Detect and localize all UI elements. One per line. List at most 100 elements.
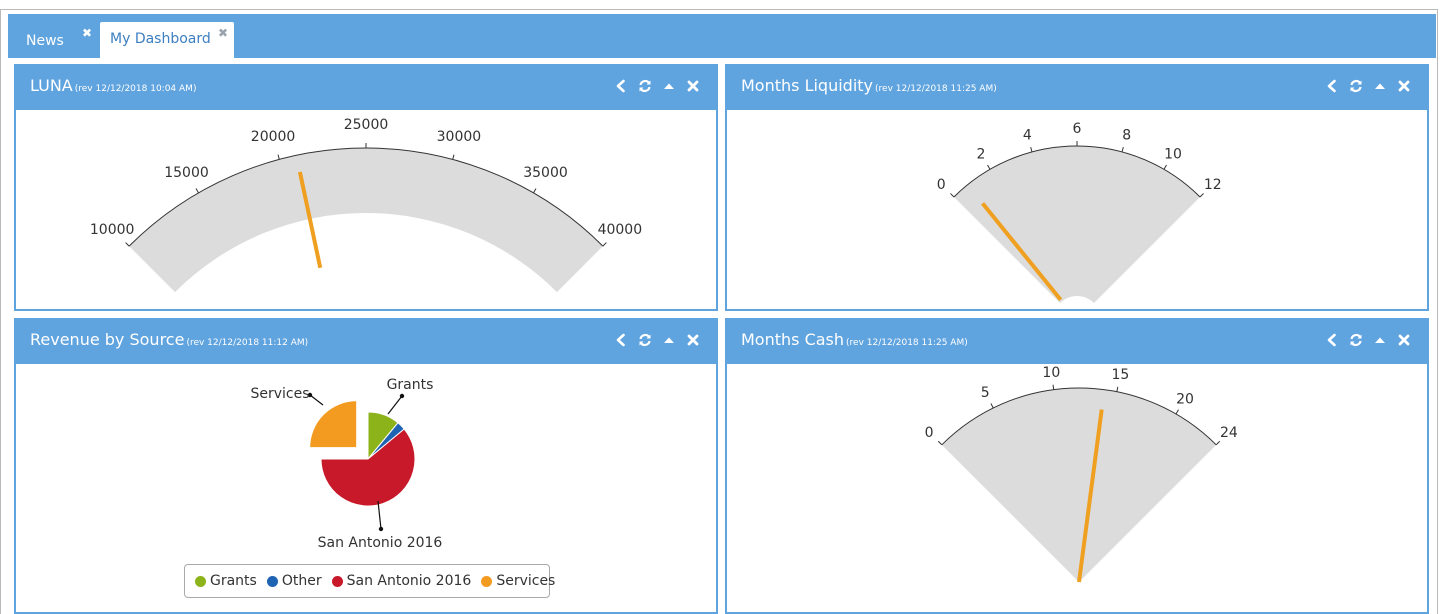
legend-dot: [266, 575, 278, 587]
gauge-tick-label: 20: [1176, 391, 1194, 407]
widget-rev-text: (rev 12/12/2018 10:04 AM): [74, 84, 197, 94]
gauge-band: [941, 388, 1217, 582]
gauge-tick-label: 40000: [598, 222, 643, 238]
widget-title: Months Cash (rev 12/12/2018 11:25 AM): [741, 330, 968, 349]
gauge-tick-label: 25000: [344, 117, 389, 133]
gauge-tick: [990, 403, 994, 409]
widget-title: Months Liquidity (rev 12/12/2018 11:25 AM…: [741, 76, 997, 95]
gauge-tick: [937, 440, 943, 446]
legend-label: San Antonio 2016: [346, 573, 472, 589]
legend-dot: [195, 575, 206, 587]
close-icon[interactable]: [1397, 333, 1411, 347]
gauge-tick-label: 20000: [251, 129, 296, 145]
tab-news[interactable]: News ✖: [16, 24, 94, 58]
chart-legend: Grants Other San Antonio 2016 Services: [184, 564, 555, 598]
widget-rev-text: (rev 12/12/2018 11:25 AM): [875, 84, 997, 94]
refresh-icon[interactable]: [1349, 79, 1363, 93]
gauge-tick: [1030, 146, 1033, 153]
tab-my-dashboard-label: My Dashboard: [110, 31, 211, 47]
tab-bar: News ✖ My Dashboard ✖: [8, 14, 1436, 58]
collapse-icon[interactable]: [1373, 79, 1387, 93]
gauge-tick: [125, 242, 130, 247]
legend-label: Grants: [210, 573, 257, 589]
pie-slices: [309, 400, 416, 507]
legend-item-other[interactable]: Other: [266, 573, 322, 589]
revenue-pie-chart: Services Grants San Antonio 2016: [250, 377, 442, 551]
widget-toolbar: [614, 79, 700, 93]
gauge-tick-label: 15: [1111, 367, 1129, 383]
close-icon[interactable]: [686, 79, 700, 93]
widget-rev-text: (rev 12/12/2018 11:25 AM): [846, 338, 968, 348]
widget-header: Revenue by Source (rev 12/12/2018 11:12 A…: [14, 318, 718, 364]
gauge-tick-label: 0: [937, 177, 946, 193]
legend-label: Services: [496, 573, 556, 589]
widget-body: 0 5 10 15 20 24: [727, 364, 1427, 612]
refresh-icon[interactable]: [638, 79, 652, 93]
widget-body: Services Grants San Antonio 2016 Grants …: [16, 364, 716, 612]
widget-title: Revenue by Source (rev 12/12/2018 11:12 A…: [30, 330, 308, 349]
close-icon[interactable]: [686, 333, 700, 347]
gauge-tick: [452, 154, 455, 160]
connector-grants: [387, 395, 403, 415]
chevron-left-icon[interactable]: [1325, 333, 1339, 347]
tab-news-label: News: [26, 33, 64, 49]
gauge-tick: [602, 242, 607, 247]
legend-item-services[interactable]: Services: [481, 573, 555, 589]
refresh-icon[interactable]: [638, 333, 652, 347]
gauge-tick-label: 12: [1204, 177, 1222, 193]
widget-toolbar: [1325, 333, 1411, 347]
gauge-tick-label: 2: [977, 147, 986, 163]
gauge-tick-label: 35000: [523, 165, 568, 181]
gauge-tick: [1215, 440, 1221, 446]
liquidity-gauge: 0 2 4 6 8 10 12: [937, 121, 1222, 304]
gauge-tick: [1121, 146, 1124, 153]
widget-months-cash: Months Cash (rev 12/12/2018 11:25 AM) 0 5 1…: [725, 318, 1429, 614]
refresh-icon[interactable]: [1349, 333, 1363, 347]
connector-san-antonio: [377, 500, 382, 530]
legend-dot: [481, 575, 493, 587]
chevron-left-icon[interactable]: [614, 79, 628, 93]
gauge-band: [953, 146, 1201, 304]
gauge-tick: [1116, 386, 1119, 392]
widget-title: LUNA (rev 12/12/2018 10:04 AM): [30, 76, 196, 95]
gauge-tick-label: 8: [1122, 128, 1131, 144]
gauge-tick: [1052, 384, 1055, 390]
cash-gauge: 0 5 10 15 20 24: [925, 365, 1238, 583]
chevron-left-icon[interactable]: [614, 333, 628, 347]
widget-months-liquidity: Months Liquidity (rev 12/12/2018 11:25 AM…: [725, 64, 1429, 311]
close-icon[interactable]: [1397, 79, 1411, 93]
widget-header: Months Cash (rev 12/12/2018 11:25 AM): [725, 318, 1429, 364]
widget-toolbar: [1325, 79, 1411, 93]
widget-title-text: Months Cash: [741, 330, 845, 349]
connector-services: [309, 394, 324, 406]
close-tab-news-icon[interactable]: ✖: [82, 16, 92, 50]
collapse-icon[interactable]: [662, 333, 676, 347]
legend-item-san-antonio-2016[interactable]: San Antonio 2016: [331, 573, 472, 589]
label-grants: Grants: [387, 377, 434, 393]
widget-header: LUNA (rev 12/12/2018 10:04 AM): [14, 64, 718, 110]
dashboard-app: News ✖ My Dashboard ✖ LUNA (rev 12/12/201…: [0, 0, 1440, 614]
gauge-tick-label: 30000: [437, 129, 482, 145]
widget-body: 10000 15000 20000 25000 30000 35000 40000: [16, 110, 716, 309]
widget-title-text: Revenue by Source: [30, 330, 185, 349]
gauge-tick: [195, 188, 199, 194]
chevron-left-icon[interactable]: [1325, 79, 1339, 93]
pie-slice-services[interactable]: [309, 400, 358, 449]
widget-body: 0 2 4 6 8 10 12: [727, 110, 1427, 309]
gauge-tick-label: 10000: [90, 222, 135, 238]
collapse-icon[interactable]: [662, 79, 676, 93]
tab-my-dashboard[interactable]: My Dashboard ✖: [100, 22, 234, 58]
gauge-tick: [987, 164, 991, 170]
widget-title-text: Months Liquidity: [741, 76, 874, 95]
gauge-tick-label: 6: [1073, 121, 1082, 137]
close-tab-my-dashboard-icon[interactable]: ✖: [218, 16, 228, 50]
legend-item-grants[interactable]: Grants: [195, 573, 257, 589]
connector-dot: [399, 393, 405, 399]
collapse-icon[interactable]: [1373, 333, 1387, 347]
gauge-tick: [533, 188, 537, 194]
gauge-tick: [1175, 409, 1179, 415]
label-services: Services: [250, 386, 309, 402]
luna-gauge: 10000 15000 20000 25000 30000 35000 40000: [90, 117, 643, 293]
gauge-tick: [1199, 193, 1204, 198]
connector-dot: [378, 526, 384, 532]
